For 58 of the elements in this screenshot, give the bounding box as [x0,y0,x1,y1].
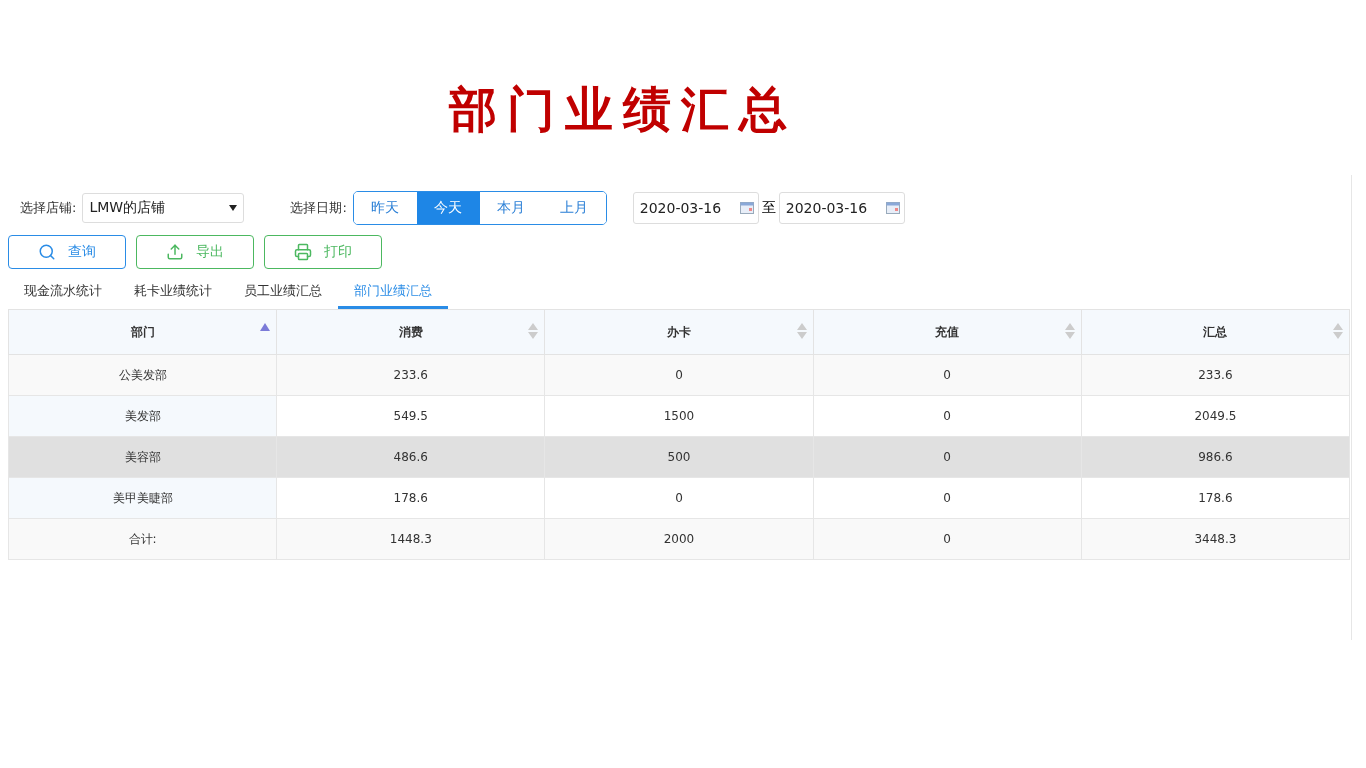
column-header[interactable]: 消费 [276,309,545,355]
table-cell: 178.6 [276,477,545,519]
table-row[interactable]: 合计: 1448.3 2000 0 3448.3 [8,518,1350,560]
column-header[interactable]: 充值 [813,309,1082,355]
table-row[interactable]: 美容部 486.6 500 0 986.6 [8,436,1350,478]
tab[interactable]: 员工业绩汇总 [228,275,338,309]
table-cell: 合计: [8,518,277,560]
table-cell: 486.6 [276,436,545,478]
sort-ascending-icon[interactable] [260,323,271,331]
table-cell: 公美发部 [8,354,277,396]
table-cell: 233.6 [276,354,545,396]
sort-icon[interactable] [796,323,807,339]
table-cell: 178.6 [1081,477,1350,519]
sort-icon[interactable] [1064,323,1075,339]
table-cell: 3448.3 [1081,518,1350,560]
table-cell: 986.6 [1081,436,1350,478]
table-row[interactable]: 美甲美睫部 178.6 0 0 178.6 [8,477,1350,519]
calendar-icon[interactable] [885,202,900,214]
table-cell: 500 [544,436,814,478]
table-cell: 549.5 [276,395,545,437]
store-select[interactable]: LMW的店铺 [82,193,245,223]
search-button[interactable]: 查询 [8,235,126,269]
date-label: 选择日期: [290,199,347,217]
search-icon [38,243,56,261]
table-cell: 0 [813,477,1082,519]
upload-icon [166,243,184,261]
sort-icon[interactable] [528,323,539,339]
table-cell: 0 [813,354,1082,396]
printer-icon [294,243,312,261]
column-header[interactable]: 部门 [8,309,277,355]
date-option[interactable]: 今天 [416,192,480,224]
table-cell: 2049.5 [1081,395,1350,437]
table-cell: 美容部 [8,436,277,478]
column-header[interactable]: 办卡 [544,309,814,355]
range-separator: 至 [761,199,776,217]
table-cell: 0 [813,436,1082,478]
store-label: 选择店铺: [20,199,77,217]
table-cell: 0 [813,518,1082,560]
table-cell: 1500 [544,395,814,437]
date-from-field[interactable]: 2020-03-16 [632,192,759,224]
column-header[interactable]: 汇总 [1081,309,1350,355]
table-cell: 2000 [544,518,814,560]
table-row[interactable]: 公美发部 233.6 0 0 233.6 [8,354,1350,396]
calendar-icon[interactable] [739,202,754,214]
sort-icon[interactable] [1333,323,1343,339]
table-cell: 美甲美睫部 [8,477,277,519]
page-title: 部门业绩汇总 [447,80,798,139]
table-cell: 1448.3 [276,518,545,560]
table-cell: 0 [544,477,814,519]
date-to-field[interactable]: 2020-03-16 [778,192,905,224]
table-row[interactable]: 美发部 549.5 1500 0 2049.5 [8,395,1350,437]
tab[interactable]: 现金流水统计 [8,275,118,309]
table-cell: 美发部 [8,395,277,437]
table-cell: 0 [544,354,814,396]
tab[interactable]: 耗卡业绩统计 [118,275,228,309]
table-cell: 0 [813,395,1082,437]
table-cell: 233.6 [1081,354,1350,396]
caret-icon [229,205,238,211]
